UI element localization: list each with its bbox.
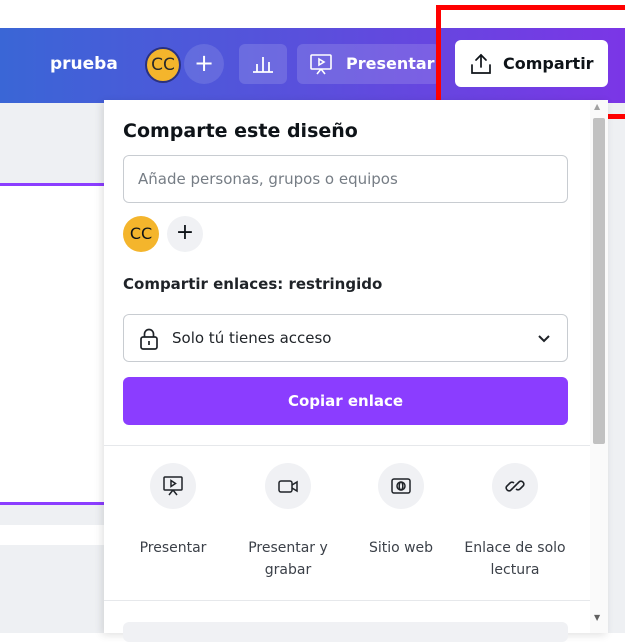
option-label: Enlace de solo lectura (464, 540, 566, 578)
analytics-button[interactable] (239, 44, 287, 84)
option-present-record[interactable]: Presentar y grabar (233, 463, 343, 581)
add-member-button[interactable]: + (167, 216, 203, 252)
bar-chart-icon (253, 57, 273, 73)
access-value: Solo tú tienes acceso (172, 329, 332, 347)
scrollbar-thumb[interactable] (593, 118, 605, 444)
option-label: Sitio web (368, 540, 434, 556)
divider (104, 600, 590, 601)
website-icon (391, 478, 411, 494)
present-icon (163, 476, 183, 496)
chevron-down-icon (538, 335, 550, 343)
user-avatar[interactable]: CC (145, 47, 181, 83)
panel-title: Comparte este diseño (123, 120, 358, 142)
add-collaborator-button[interactable]: + (184, 44, 224, 84)
option-label: Presentar (139, 540, 207, 556)
editor-right-strip (608, 103, 625, 633)
present-button[interactable]: Presentar (297, 44, 440, 84)
scroll-up-arrow-icon[interactable]: ▲ (594, 102, 600, 111)
option-present[interactable]: Presentar (118, 463, 228, 559)
people-input[interactable] (123, 155, 568, 203)
project-name[interactable]: prueba (50, 54, 118, 74)
link-settings-label: Compartir enlaces: restringido (123, 275, 383, 293)
present-label: Presentar (346, 54, 435, 73)
share-panel: Comparte este diseño CC + Compartir enla… (104, 100, 608, 642)
link-icon (505, 480, 525, 492)
option-website[interactable]: Sitio web (346, 463, 456, 559)
copy-link-button[interactable]: Copiar enlace (123, 377, 568, 425)
video-camera-icon (278, 480, 298, 493)
page-tab (0, 525, 104, 545)
access-dropdown[interactable]: Solo tú tienes acceso (123, 314, 568, 362)
divider (104, 445, 590, 446)
member-avatar[interactable]: CC (123, 216, 159, 252)
design-page[interactable] (0, 183, 104, 505)
scroll-down-arrow-icon[interactable]: ▼ (594, 613, 600, 622)
option-label: Presentar y grabar (248, 540, 328, 578)
present-icon (310, 54, 332, 75)
lock-icon (140, 328, 158, 350)
more-options-area[interactable] (123, 622, 568, 642)
option-readonly-link[interactable]: Enlace de solo lectura (460, 463, 570, 581)
